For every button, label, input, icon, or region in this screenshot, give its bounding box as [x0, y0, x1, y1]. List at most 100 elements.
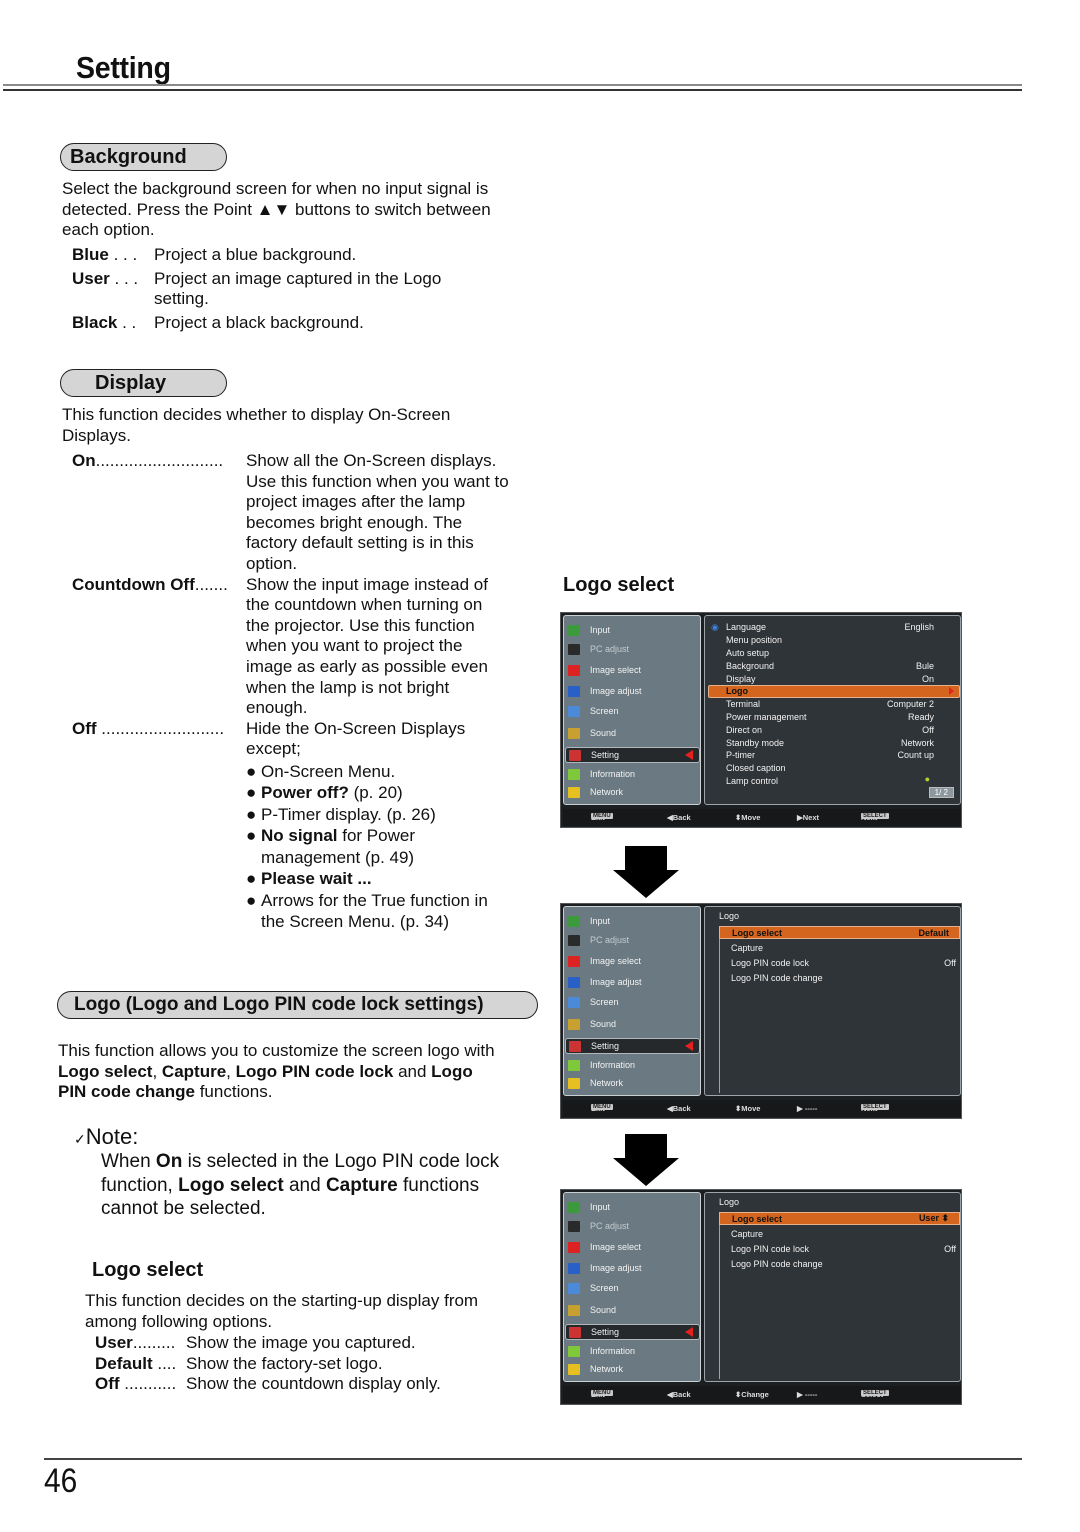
item-label: Standby mode	[726, 737, 785, 748]
information-icon	[568, 1345, 580, 1357]
setting-icon	[569, 1040, 581, 1052]
main-menu-item-pc-adjust[interactable]: PC adjust	[568, 641, 700, 657]
pointer-icon	[685, 1327, 693, 1337]
setting-item-direct-on[interactable]: Direct on Off	[726, 723, 934, 736]
setting-item-language[interactable]: ◉ Language English	[711, 621, 934, 634]
main-menu-item-setting[interactable]: Setting	[565, 747, 700, 763]
menu-key-icon: MENU	[591, 1390, 613, 1396]
item-value: Off	[944, 1243, 956, 1254]
setting-icon	[569, 1326, 581, 1338]
menu-item-label: Input	[590, 1202, 611, 1212]
image-adjust-icon	[568, 976, 580, 988]
setting-item-terminal[interactable]: Terminal Computer 2	[726, 698, 934, 711]
menu-item-label: Screen	[590, 1283, 619, 1293]
main-menu-item-network[interactable]: Network	[568, 1361, 700, 1377]
exit-hint: MENUExit	[591, 1390, 613, 1399]
main-menu-item-image-adjust[interactable]: Image adjust	[568, 974, 700, 990]
setting-submenu-panel: 1/ 2 ● ◉ Language English Menu position Auto…	[704, 615, 961, 805]
down-arrow-icon	[611, 846, 681, 903]
logo-submenu-panel: Logo Logo select User ⬍ Capture Logo PIN co…	[704, 1192, 961, 1382]
main-menu-item-sound[interactable]: Sound	[568, 1302, 700, 1318]
setting-item-logo[interactable]: Logo	[708, 685, 960, 698]
item-value: User ⬍	[918, 1213, 949, 1223]
setting-item-p-timer[interactable]: P-timer Count up	[726, 749, 934, 762]
item-label: Logo PIN code lock	[731, 1243, 810, 1254]
item-label: Logo select	[732, 927, 783, 938]
menu-item-label: Image adjust	[590, 686, 642, 696]
item-label: Logo PIN code change	[731, 1258, 823, 1269]
logo-item-capture[interactable]: Capture	[731, 941, 956, 954]
main-menu-item-network[interactable]: Network	[568, 1075, 700, 1091]
input-icon	[568, 915, 580, 927]
setting-item-menu-position[interactable]: Menu position	[726, 634, 934, 647]
setting-item-lamp-control[interactable]: Lamp control	[726, 775, 934, 788]
main-menu-item-screen[interactable]: Screen	[568, 994, 700, 1010]
main-menu-panel: Input PC adjust Image select Image adjust Sc…	[563, 1192, 701, 1382]
setting-item-background[interactable]: Background Bule	[726, 659, 934, 672]
menu-item-label: Input	[590, 625, 611, 635]
main-menu-item-image-select[interactable]: Image select	[568, 1239, 700, 1255]
select-key-icon: SELECT	[861, 813, 889, 819]
logo-item-logo-select[interactable]: Logo select Default	[719, 926, 960, 939]
option-row: User . . . Project an image captured in …	[72, 268, 442, 309]
main-menu-item-sound[interactable]: Sound	[568, 1016, 700, 1032]
main-menu-item-information[interactable]: Information	[568, 1057, 700, 1073]
logo-item-logo-select[interactable]: Logo select User ⬍	[719, 1212, 960, 1225]
logo-item-logo-pin-code-lock[interactable]: Logo PIN code lock Off	[731, 956, 956, 969]
item-label: Logo	[726, 686, 748, 697]
main-menu-item-pc-adjust[interactable]: PC adjust	[568, 1218, 700, 1234]
main-menu-item-image-select[interactable]: Image select	[568, 662, 700, 678]
item-value: Bule	[915, 660, 934, 671]
main-menu-item-input[interactable]: Input	[568, 913, 700, 929]
main-menu-item-image-adjust[interactable]: Image adjust	[568, 683, 700, 699]
item-label: P-timer	[726, 750, 755, 761]
logo-item-logo-pin-code-change[interactable]: Logo PIN code change	[731, 971, 956, 984]
item-label: Direct on	[726, 724, 763, 735]
background-intro: Select the background screen for when no…	[62, 179, 491, 240]
image-adjust-icon	[568, 685, 580, 697]
main-menu-item-network[interactable]: Network	[568, 784, 700, 800]
menu-key-icon: MENU	[591, 813, 613, 819]
main-menu-item-information[interactable]: Information	[568, 766, 700, 782]
setting-item-power-management[interactable]: Power management Ready	[726, 711, 934, 724]
logo-item-capture[interactable]: Capture	[731, 1227, 956, 1240]
osd-guide-bar: MENUExit ◀Back ⬍Change ▶ ----- SELECTSelect	[563, 1386, 961, 1403]
main-menu-item-image-select[interactable]: Image select	[568, 953, 700, 969]
back-hint: ◀Back	[667, 813, 691, 822]
option-row: User......... Show the image you capture…	[95, 1333, 416, 1352]
main-menu-item-input[interactable]: Input	[568, 1199, 700, 1215]
main-menu-item-pc-adjust[interactable]: PC adjust	[568, 932, 700, 948]
back-hint: ◀Back	[667, 1104, 691, 1113]
menu-item-label: Sound	[590, 1019, 617, 1029]
logo-item-logo-pin-code-change[interactable]: Logo PIN code change	[731, 1257, 956, 1270]
osd-guide-bar: MENUExit ◀Back ⬍Move ▶Next SELECTNext	[563, 809, 961, 826]
main-menu-item-screen[interactable]: Screen	[568, 703, 700, 719]
list-item: ● Please wait ...	[246, 869, 372, 889]
select-key-icon: SELECT	[861, 1104, 889, 1110]
main-menu-item-screen[interactable]: Screen	[568, 1280, 700, 1296]
setting-item-standby-mode[interactable]: Standby mode Network	[726, 736, 934, 749]
main-menu-item-sound[interactable]: Sound	[568, 725, 700, 741]
pc-adjust-icon	[568, 1220, 580, 1232]
main-menu-item-input[interactable]: Input	[568, 622, 700, 638]
next-hint: ▶ -----	[797, 1104, 818, 1113]
setting-item-closed-caption[interactable]: Closed caption	[726, 762, 934, 775]
main-menu-item-setting[interactable]: Setting	[565, 1038, 700, 1054]
figure-caption: Logo select	[563, 574, 675, 596]
main-menu-item-setting[interactable]: Setting	[565, 1324, 700, 1340]
information-icon	[568, 1059, 580, 1071]
menu-item-label: Information	[590, 1346, 636, 1356]
setting-item-display[interactable]: Display On	[726, 672, 934, 685]
list-item: ● No signal for Power management (p. 49)	[246, 826, 415, 867]
option-row: Countdown Off....... Show the input imag…	[72, 574, 488, 718]
item-label: Logo select	[732, 1213, 783, 1224]
osd-screen-setting: Input PC adjust Image select Image adjust Sc…	[560, 612, 962, 828]
setting-item-auto-setup[interactable]: Auto setup	[726, 647, 934, 660]
main-menu-item-information[interactable]: Information	[568, 1343, 700, 1359]
item-value: Count up	[897, 750, 934, 761]
main-menu-item-image-adjust[interactable]: Image adjust	[568, 1260, 700, 1276]
display-options: On........................... Show all t…	[72, 451, 532, 933]
option-row: Black . . Project a black background.	[72, 312, 364, 332]
logo-intro: This function allows you to customize th…	[58, 1041, 495, 1102]
logo-item-logo-pin-code-lock[interactable]: Logo PIN code lock Off	[731, 1242, 956, 1255]
